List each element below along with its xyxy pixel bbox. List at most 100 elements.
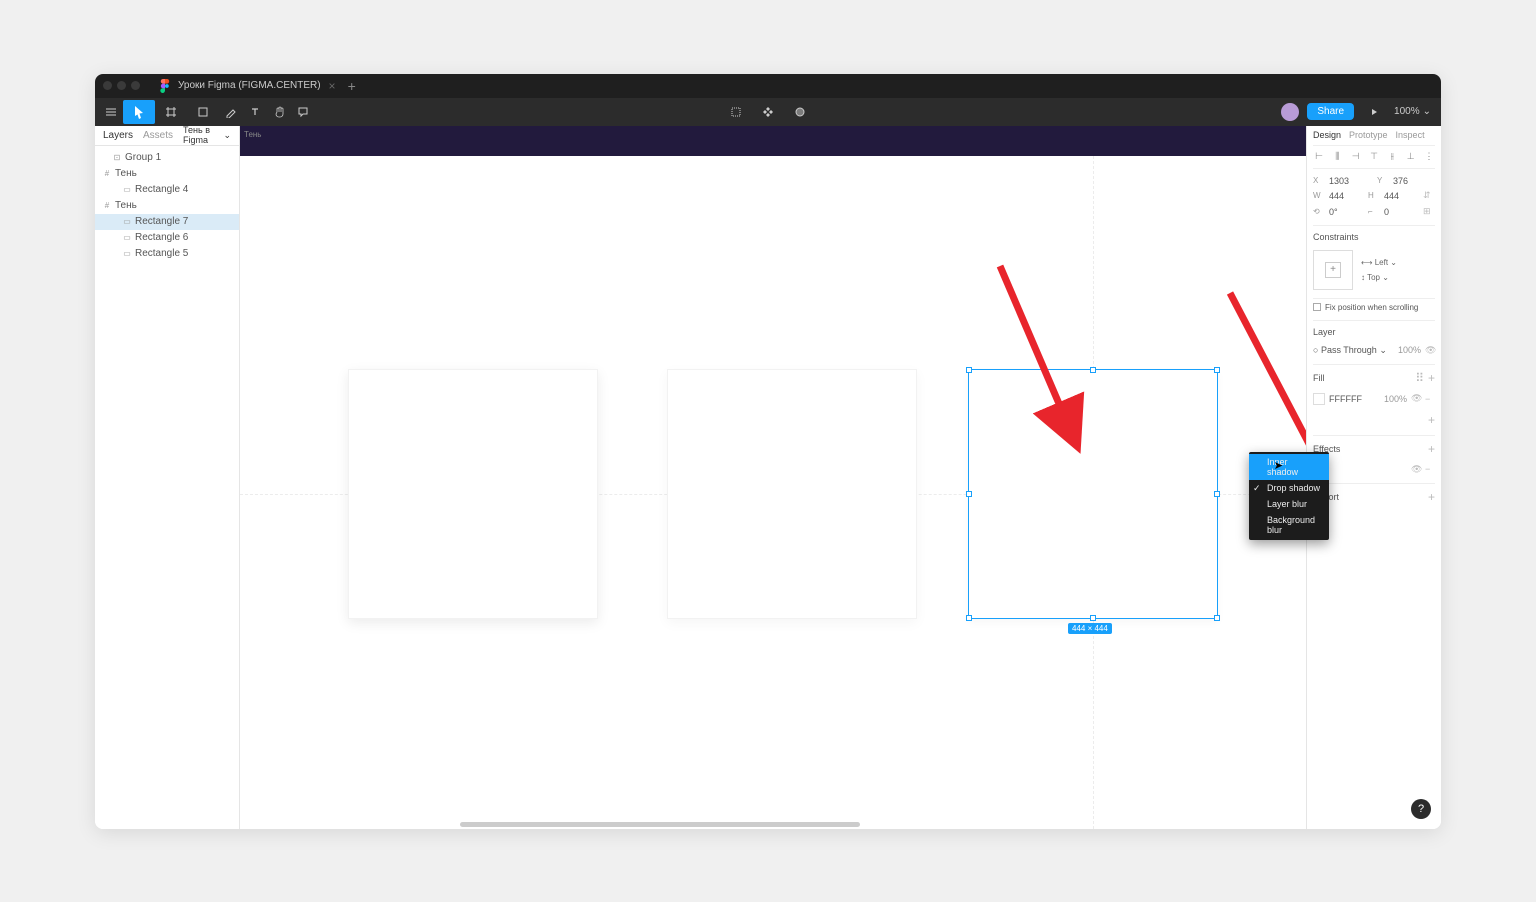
canvas[interactable]: Тень 444 × 444 xyxy=(240,126,1306,829)
present-icon[interactable] xyxy=(1362,100,1386,124)
text-tool[interactable] xyxy=(243,100,267,124)
layer-item[interactable]: #Тень xyxy=(95,166,239,182)
layer-opacity[interactable]: 100% xyxy=(1398,345,1421,355)
align-right-icon[interactable]: ⊣ xyxy=(1350,151,1362,163)
comment-tool[interactable] xyxy=(291,100,315,124)
layer-item[interactable]: # Тень xyxy=(95,198,239,214)
move-tool[interactable] xyxy=(123,100,155,124)
effect-visibility-icon[interactable]: 👁 xyxy=(1411,464,1421,475)
menu-icon[interactable] xyxy=(99,100,123,124)
layer-item[interactable]: ▭Rectangle 7 xyxy=(95,214,239,230)
dropdown-item[interactable]: Layer blur xyxy=(1249,496,1329,512)
visibility-icon[interactable]: 👁 xyxy=(1425,345,1435,356)
help-button[interactable]: ? xyxy=(1411,799,1431,819)
align-center-h-icon[interactable]: ⫼ xyxy=(1331,151,1343,163)
constraints-section: + ⟷ Left ⌄ ↕ Top ⌄ xyxy=(1313,246,1435,299)
dropdown-item[interactable]: ✓Drop shadow xyxy=(1249,480,1329,496)
selection-handle[interactable] xyxy=(966,491,972,497)
distribute-icon[interactable]: ⋮ xyxy=(1423,151,1435,163)
y-label: Y xyxy=(1377,176,1387,185)
fill-opacity[interactable]: 100% xyxy=(1384,394,1407,404)
selection-handle[interactable] xyxy=(1214,367,1220,373)
user-avatar[interactable] xyxy=(1281,103,1299,121)
h-value[interactable]: 444 xyxy=(1384,191,1417,201)
layer-label: Group 1 xyxy=(125,152,161,163)
minimize-window-icon[interactable] xyxy=(117,81,126,90)
layer-section-title: Layer xyxy=(1313,321,1435,341)
add-export-icon[interactable]: + xyxy=(1428,490,1435,504)
mask-icon[interactable] xyxy=(756,100,780,124)
align-left-icon[interactable]: ⊢ xyxy=(1313,151,1325,163)
layer-item[interactable]: ▭Rectangle 5 xyxy=(95,246,239,262)
layer-item[interactable]: ▭Rectangle 4 xyxy=(95,182,239,198)
boolean-icon[interactable] xyxy=(788,100,812,124)
component-icon[interactable] xyxy=(724,100,748,124)
layer-item[interactable]: ⊡Group 1 xyxy=(95,150,239,166)
maximize-window-icon[interactable] xyxy=(131,81,140,90)
selection-handle[interactable] xyxy=(1090,615,1096,621)
checkbox-icon[interactable] xyxy=(1313,303,1321,311)
w-value[interactable]: 444 xyxy=(1329,191,1362,201)
frame-icon: # xyxy=(103,170,111,178)
fill-visibility-icon[interactable]: 👁 xyxy=(1411,393,1421,404)
close-window-icon[interactable] xyxy=(103,81,112,90)
dropdown-item[interactable]: Inner shadow xyxy=(1249,454,1329,480)
fix-scroll-row[interactable]: Fix position when scrolling xyxy=(1313,299,1435,321)
selection-handle[interactable] xyxy=(966,615,972,621)
check-icon: ✓ xyxy=(1253,483,1261,494)
cursor-icon: ➤ xyxy=(1274,459,1283,472)
selection-handle[interactable] xyxy=(966,367,972,373)
add-effect-icon[interactable]: + xyxy=(1428,442,1435,456)
add-fill-icon[interactable]: + xyxy=(1428,371,1435,385)
share-button[interactable]: Share xyxy=(1307,103,1354,120)
remove-effect-icon[interactable]: − xyxy=(1425,464,1435,474)
pen-tool[interactable] xyxy=(219,100,243,124)
rotation-value[interactable]: 0° xyxy=(1329,207,1362,217)
horizontal-scrollbar[interactable] xyxy=(460,822,860,827)
close-tab-icon[interactable]: × xyxy=(329,79,336,93)
layer-item[interactable]: ▭Rectangle 6 xyxy=(95,230,239,246)
page-dropdown[interactable]: Тень в Figma ⌄ xyxy=(183,125,231,145)
frame-icon: # xyxy=(103,202,111,210)
align-bottom-icon[interactable]: ⊥ xyxy=(1405,151,1417,163)
fill-section-title: Fill xyxy=(1313,373,1325,383)
rectangle-6[interactable] xyxy=(667,369,917,619)
rect-icon: ▭ xyxy=(123,186,131,194)
link-dimensions-icon[interactable]: ⇵ xyxy=(1423,190,1435,202)
remove-fill-icon[interactable]: − xyxy=(1425,394,1435,404)
add-stroke-icon[interactable]: + xyxy=(1428,413,1435,427)
tab-layers[interactable]: Layers xyxy=(103,130,133,141)
independent-corners-icon[interactable]: ⊞ xyxy=(1423,206,1435,218)
align-center-v-icon[interactable]: ⫲ xyxy=(1386,151,1398,163)
fix-scroll-label: Fix position when scrolling xyxy=(1325,303,1418,312)
constraints-title: Constraints xyxy=(1313,226,1435,246)
x-value[interactable]: 1303 xyxy=(1329,176,1371,186)
layer-label: Тень xyxy=(115,200,137,211)
add-tab-icon[interactable]: + xyxy=(348,78,356,94)
fill-hex[interactable]: FFFFFF xyxy=(1329,394,1362,404)
constraint-horizontal[interactable]: ⟷ Left ⌄ xyxy=(1361,258,1397,267)
zoom-dropdown[interactable]: 100%⌄ xyxy=(1394,106,1431,117)
frame-tool[interactable] xyxy=(155,100,187,124)
w-label: W xyxy=(1313,191,1323,200)
dropdown-item[interactable]: Background blur xyxy=(1249,512,1329,538)
shape-tool[interactable] xyxy=(187,100,219,124)
rectangle-5[interactable] xyxy=(348,369,598,619)
radius-value[interactable]: 0 xyxy=(1384,207,1417,217)
y-value[interactable]: 376 xyxy=(1393,176,1435,186)
tab-inspect[interactable]: Inspect xyxy=(1396,130,1425,140)
document-tab-title[interactable]: Уроки Figma (FIGMA.CENTER) xyxy=(178,80,321,91)
hand-tool[interactable] xyxy=(267,100,291,124)
constraint-diagram[interactable]: + xyxy=(1313,250,1353,290)
tab-design[interactable]: Design xyxy=(1313,130,1341,140)
tab-prototype[interactable]: Prototype xyxy=(1349,130,1388,140)
constraint-vertical[interactable]: ↕ Top ⌄ xyxy=(1361,273,1397,282)
align-top-icon[interactable]: ⊤ xyxy=(1368,151,1380,163)
selection-handle[interactable] xyxy=(1214,615,1220,621)
app-window: Уроки Figma (FIGMA.CENTER) × + Share 100… xyxy=(95,74,1441,829)
fill-style-icon[interactable]: ⠿ xyxy=(1415,371,1424,385)
fill-swatch[interactable] xyxy=(1313,393,1325,405)
selection-handle[interactable] xyxy=(1214,491,1220,497)
blend-mode-dropdown[interactable]: ○ Pass Through ⌄ xyxy=(1313,345,1387,356)
tab-assets[interactable]: Assets xyxy=(143,130,173,141)
